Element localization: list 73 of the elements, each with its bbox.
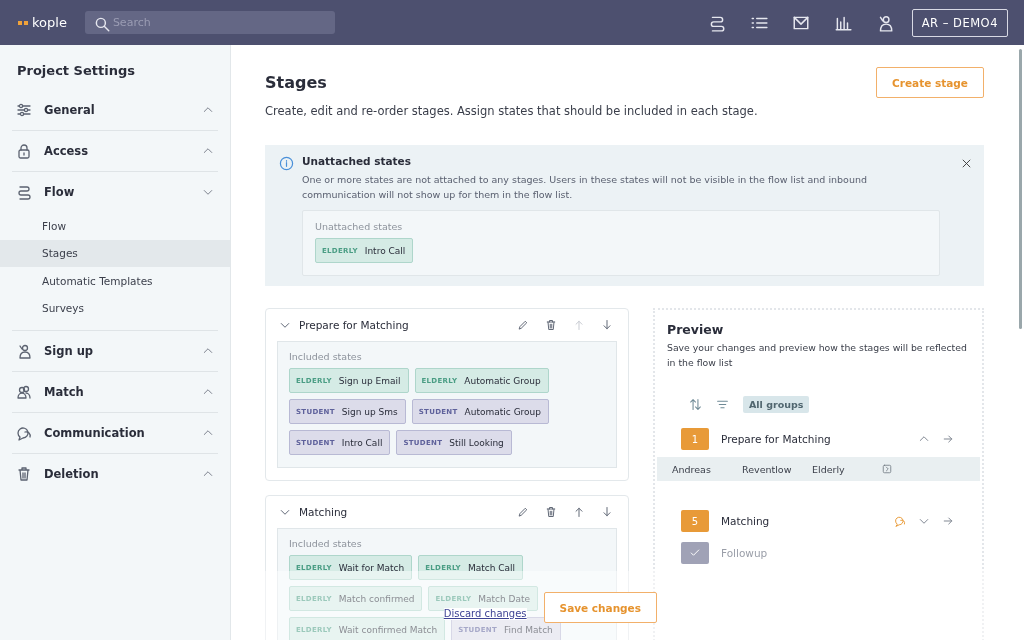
arrow-up-icon[interactable] [573, 506, 585, 518]
preview-row[interactable]: Andreas Reventlow Elderly [657, 457, 980, 481]
person-icon [16, 343, 32, 359]
box-label: Unattached states [315, 221, 404, 232]
state-name: Intro Call [364, 245, 406, 256]
logo-icon [18, 20, 28, 25]
state-name: Intro Call [341, 437, 383, 448]
box-label: Included states [289, 538, 363, 549]
group-filter[interactable]: All groups [743, 396, 810, 413]
stage-name: Prepare for Matching [299, 319, 410, 331]
count-badge: 5 [681, 510, 709, 532]
state-name: Sign up Email [338, 375, 401, 386]
page-title: Stages [265, 73, 327, 92]
state-name: Still Looking [449, 437, 504, 448]
close-icon[interactable] [961, 158, 972, 169]
state-name: Automatic Group [464, 375, 541, 386]
edit-icon[interactable] [517, 506, 529, 518]
arrow-right-icon[interactable] [942, 515, 954, 527]
alert-text: One or more states are not attached to any stages. Users in these states will not be visible in the flow list and inbound communication will not show up for them in the flow list. [302, 173, 868, 202]
stage-name: Prepare for Matching [721, 433, 832, 445]
section-title[interactable]: General [44, 103, 190, 117]
state-name: Sign up Sms [341, 406, 398, 417]
sidebar-title: Project Settings [17, 63, 136, 78]
state-name: Match Date [478, 593, 531, 604]
trash-icon[interactable] [545, 506, 557, 518]
section-title[interactable]: Access [44, 144, 190, 158]
open-icon[interactable] [882, 464, 892, 474]
trash-icon[interactable] [545, 319, 557, 331]
chat-icon [16, 425, 32, 441]
sidebar-item[interactable]: Automatic Templates [0, 267, 230, 295]
section-title[interactable]: Match [44, 385, 190, 399]
check-icon [689, 547, 701, 559]
state-name: Automatic Group [464, 406, 542, 417]
section-title[interactable]: Deletion [44, 467, 190, 481]
first-name: Andreas [672, 463, 712, 475]
preview-title: Preview [667, 322, 725, 337]
group-name: Elderly [812, 463, 846, 475]
arrow-down-icon[interactable] [601, 506, 613, 518]
arrow-right-icon[interactable] [942, 433, 954, 445]
state-name: Wait confirmed Match [338, 624, 438, 635]
state-name: Wait for Match [338, 562, 405, 573]
sort-icon[interactable] [689, 398, 702, 411]
sidebar-item[interactable]: Flow [0, 212, 230, 240]
flow-icon [16, 184, 32, 200]
stage-name: Followup [721, 547, 769, 559]
state-name: Match confirmed [338, 593, 415, 604]
box-label: Included states [289, 351, 363, 362]
sidebar-item[interactable]: Stages [0, 239, 230, 267]
sidebar-item[interactable]: Surveys [0, 294, 230, 322]
state-name: Find Match [504, 624, 553, 635]
info-icon [279, 156, 294, 171]
page-description: Create, edit and re-order stages. Assign states that should be included in each stage. [265, 104, 759, 118]
stage-name: Matching [721, 515, 771, 527]
last-name: Reventlow [742, 463, 793, 475]
people-icon [16, 384, 32, 400]
alert-title: Unattached states [302, 155, 412, 167]
lock-icon [16, 143, 32, 159]
sliders-icon [16, 102, 32, 118]
edit-icon[interactable] [517, 319, 529, 331]
trash-icon [16, 466, 32, 482]
preview-text: Save your changes and preview how the stages will be reflected in the flow list [667, 341, 968, 370]
count-badge: 1 [681, 428, 709, 450]
section-title[interactable]: Sign up [44, 344, 190, 358]
section-title[interactable]: Flow [44, 185, 190, 199]
arrow-down-icon[interactable] [601, 319, 613, 331]
account-button[interactable]: AR – DEMO4 [911, 8, 1008, 37]
chat-icon[interactable] [894, 515, 906, 527]
section-title[interactable]: Communication [44, 426, 190, 440]
logo-text: kople [32, 15, 67, 30]
stage-name: Matching [299, 506, 349, 518]
state-name: Match Call [467, 562, 516, 573]
filter-icon[interactable] [716, 398, 729, 411]
scrollbar[interactable] [1019, 49, 1022, 329]
